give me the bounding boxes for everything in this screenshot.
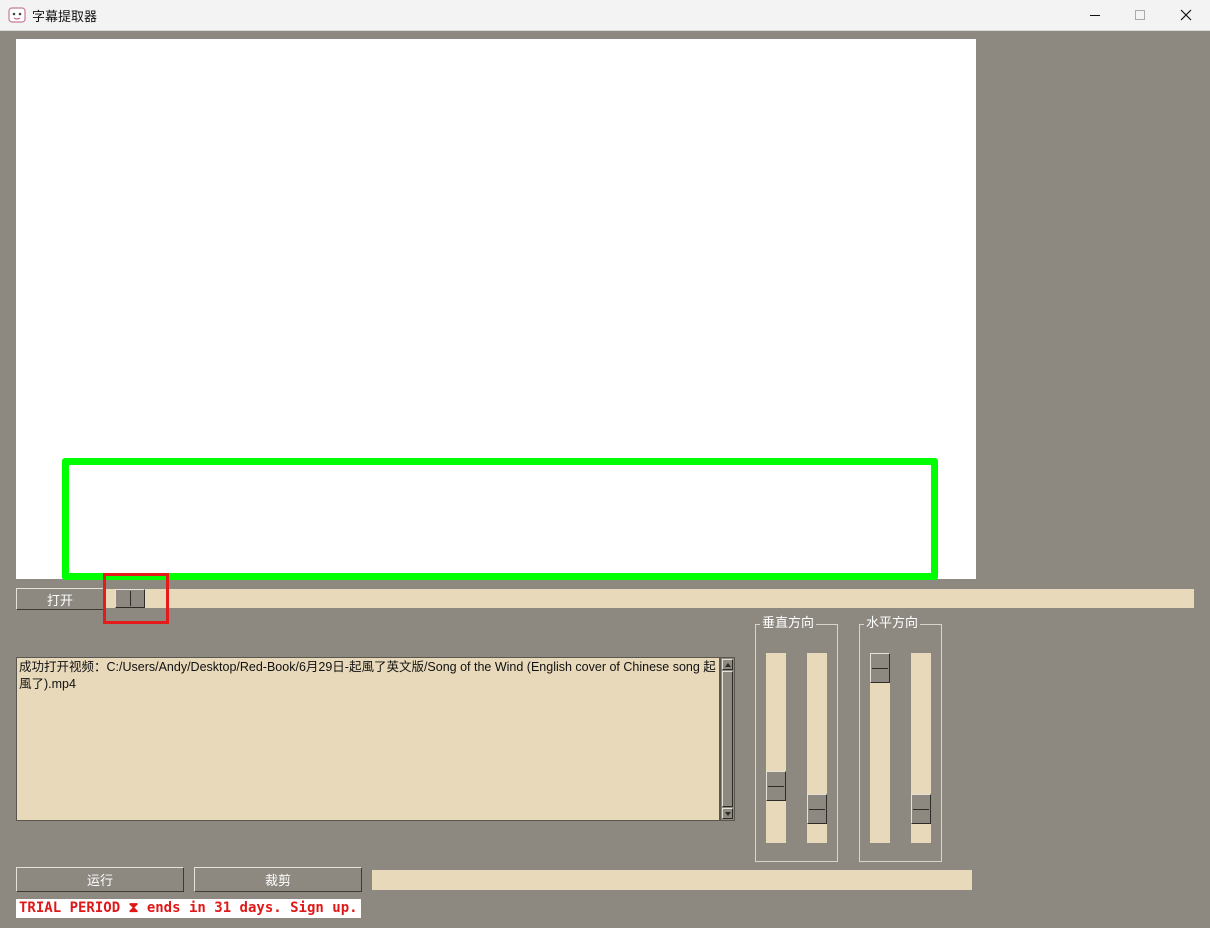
maximize-icon [1135,10,1145,20]
horizontal-group-title: 水平方向 [864,616,921,632]
scroll-up-button[interactable] [722,659,733,670]
log-text-area[interactable]: 成功打开视频：C:/Users/Andy/Desktop/Red-Book/6月… [16,657,720,821]
crop-button[interactable]: 裁剪 [194,867,362,892]
status-field [372,870,972,890]
vertical-end-slider[interactable] [807,653,827,843]
minimize-button[interactable] [1072,0,1118,30]
run-button[interactable]: 运行 [16,867,184,892]
close-button[interactable] [1163,0,1209,30]
horizontal-end-thumb[interactable] [911,794,931,824]
horizontal-start-thumb[interactable] [870,653,890,683]
vertical-end-thumb[interactable] [807,794,827,824]
maximize-button[interactable] [1117,0,1163,30]
minimize-icon [1090,15,1100,16]
vertical-group-title: 垂直方向 [760,616,817,632]
video-preview [16,39,976,580]
video-progress-slider[interactable] [104,589,1194,608]
horizontal-end-slider[interactable] [911,653,931,843]
horizontal-start-slider[interactable] [870,653,890,843]
close-icon [1180,9,1192,21]
window-title: 字幕提取器 [32,10,98,25]
scrollbar-thumb[interactable] [722,671,733,807]
scroll-up-icon [725,663,731,667]
annotation-highlight-box [103,573,169,624]
vertical-start-slider[interactable] [766,653,786,843]
horizontal-direction-group: 水平方向 [859,616,942,862]
open-button[interactable]: 打开 [16,588,104,610]
scroll-down-button[interactable] [722,808,733,819]
scroll-down-icon [725,812,731,816]
title-bar[interactable]: 字幕提取器 [0,0,1210,31]
app-logo-icon [8,7,26,23]
app-window: 字幕提取器 打开 成功打开视频：C:/Users/Andy/Desktop/Re… [0,0,1210,928]
trial-period-banner[interactable]: TRIAL PERIOD ⧗ ends in 31 days. Sign up. [16,899,361,918]
subtitle-region-box [62,458,938,580]
log-scrollbar[interactable] [720,657,735,821]
vertical-start-thumb[interactable] [766,771,786,801]
vertical-direction-group: 垂直方向 [755,616,838,862]
